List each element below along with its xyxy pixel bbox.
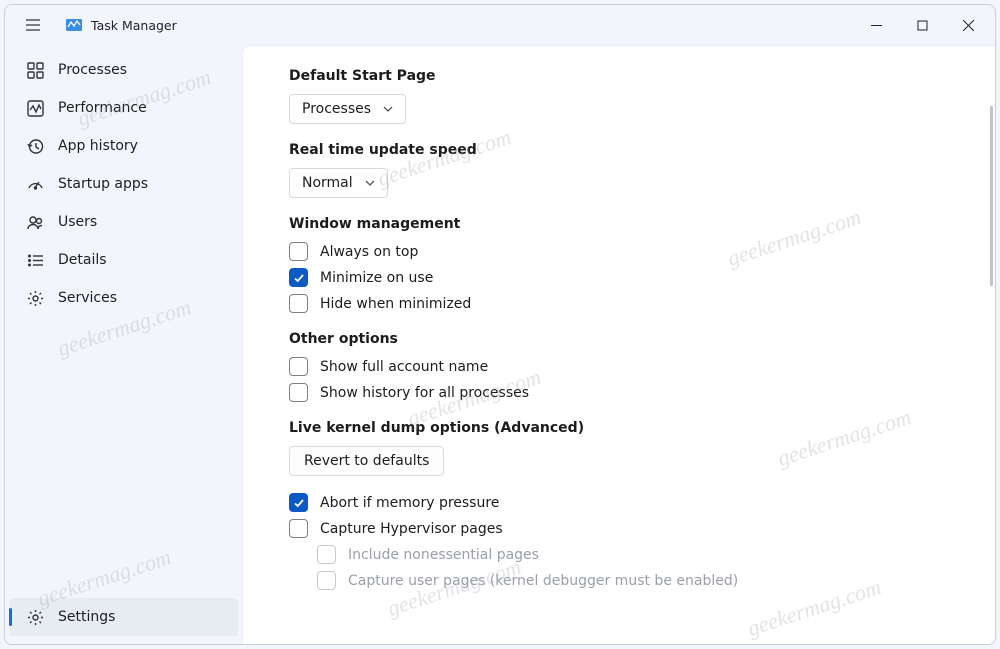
sidebar-item-details[interactable]: Details — [9, 241, 238, 279]
checkbox-label: Capture user pages (kernel debugger must… — [348, 573, 738, 589]
sidebar-item-label: Users — [58, 214, 97, 230]
checkbox-row-minimize-on-use: Minimize on use — [289, 268, 949, 287]
always-on-top-checkbox[interactable] — [289, 242, 308, 261]
list-icon — [27, 252, 44, 269]
checkbox-row-hide-minimized: Hide when minimized — [289, 294, 949, 313]
section-title-kernel: Live kernel dump options (Advanced) — [289, 420, 949, 436]
scrollbar[interactable] — [989, 106, 993, 634]
minimize-on-use-checkbox[interactable] — [289, 268, 308, 287]
sidebar: Processes Performance App history Startu… — [5, 45, 242, 644]
sidebar-item-startup-apps[interactable]: Startup apps — [9, 165, 238, 203]
sidebar-item-label: Details — [58, 252, 107, 268]
check-icon — [293, 497, 305, 509]
capture-hypervisor-checkbox[interactable] — [289, 519, 308, 538]
section-title-other: Other options — [289, 331, 949, 347]
capture-user-checkbox — [317, 571, 336, 590]
users-icon — [27, 214, 44, 231]
sidebar-item-label: App history — [58, 138, 138, 154]
task-manager-window: Task Manager Processes Performance App h… — [4, 4, 996, 645]
checkbox-label: Show history for all processes — [320, 385, 529, 401]
dropdown-value: Normal — [302, 175, 353, 191]
sidebar-item-performance[interactable]: Performance — [9, 89, 238, 127]
maximize-button[interactable] — [899, 9, 945, 41]
gear-icon — [27, 290, 44, 307]
checkbox-row-capture-hv: Capture Hypervisor pages — [289, 519, 949, 538]
checkbox-label: Capture Hypervisor pages — [320, 521, 503, 537]
speedometer-icon — [27, 176, 44, 193]
section-title-start-page: Default Start Page — [289, 68, 949, 84]
close-button[interactable] — [945, 9, 991, 41]
sidebar-item-settings[interactable]: Settings — [9, 598, 238, 636]
checkbox-label: Include nonessential pages — [348, 547, 539, 563]
show-full-name-checkbox[interactable] — [289, 357, 308, 376]
include-nonessential-checkbox — [317, 545, 336, 564]
sidebar-item-label: Settings — [58, 609, 115, 625]
app-icon — [65, 16, 83, 34]
button-label: Revert to defaults — [304, 453, 429, 469]
sidebar-item-app-history[interactable]: App history — [9, 127, 238, 165]
checkbox-label: Always on top — [320, 244, 418, 260]
checkbox-label: Hide when minimized — [320, 296, 471, 312]
hamburger-menu-button[interactable] — [19, 11, 47, 39]
sidebar-item-label: Startup apps — [58, 176, 148, 192]
history-icon — [27, 138, 44, 155]
section-title-window-mgmt: Window management — [289, 216, 949, 232]
sidebar-item-label: Services — [58, 290, 117, 306]
checkbox-row-always-on-top: Always on top — [289, 242, 949, 261]
abort-memory-checkbox[interactable] — [289, 493, 308, 512]
checkbox-row-full-name: Show full account name — [289, 357, 949, 376]
section-title-update-speed: Real time update speed — [289, 142, 949, 158]
settings-content: Default Start Page Processes Real time u… — [242, 45, 995, 644]
grid-icon — [27, 62, 44, 79]
settings-icon — [27, 609, 44, 626]
chevron-down-icon — [383, 104, 393, 114]
minimize-button[interactable] — [853, 9, 899, 41]
sidebar-item-label: Performance — [58, 100, 147, 116]
app-title: Task Manager — [91, 18, 177, 33]
show-all-history-checkbox[interactable] — [289, 383, 308, 402]
dropdown-value: Processes — [302, 101, 371, 117]
checkbox-label: Abort if memory pressure — [320, 495, 499, 511]
checkbox-label: Minimize on use — [320, 270, 433, 286]
sidebar-item-services[interactable]: Services — [9, 279, 238, 317]
chevron-down-icon — [365, 178, 375, 188]
update-speed-dropdown[interactable]: Normal — [289, 168, 388, 198]
sidebar-item-label: Processes — [58, 62, 127, 78]
sidebar-item-processes[interactable]: Processes — [9, 51, 238, 89]
check-icon — [293, 272, 305, 284]
window-controls — [853, 9, 991, 41]
checkbox-label: Show full account name — [320, 359, 488, 375]
checkbox-row-all-history: Show history for all processes — [289, 383, 949, 402]
titlebar: Task Manager — [5, 5, 995, 45]
pulse-icon — [27, 100, 44, 117]
checkbox-row-include-noness: Include nonessential pages — [317, 545, 949, 564]
checkbox-row-capture-user: Capture user pages (kernel debugger must… — [317, 571, 949, 590]
default-start-page-dropdown[interactable]: Processes — [289, 94, 406, 124]
checkbox-row-abort-mem: Abort if memory pressure — [289, 493, 949, 512]
window-body: Processes Performance App history Startu… — [5, 45, 995, 644]
sidebar-item-users[interactable]: Users — [9, 203, 238, 241]
revert-defaults-button[interactable]: Revert to defaults — [289, 446, 444, 476]
hide-when-minimized-checkbox[interactable] — [289, 294, 308, 313]
